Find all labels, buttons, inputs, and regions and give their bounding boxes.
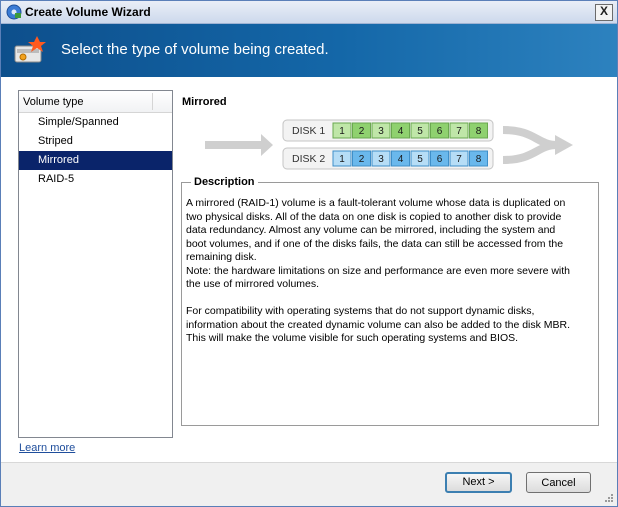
header-text: Select the type of volume being created. — [61, 41, 329, 58]
disk2-label: DISK 2 — [292, 153, 325, 165]
disk1-block-label: 2 — [359, 126, 365, 137]
app-disk-icon — [6, 4, 22, 20]
disk2-block-label: 1 — [339, 154, 345, 165]
disk1-block-label: 5 — [417, 126, 423, 137]
column-header-label: Volume type — [23, 96, 84, 108]
input-arrow-icon — [205, 134, 273, 156]
window-title: Create Volume Wizard — [25, 5, 151, 19]
close-button[interactable]: X — [595, 4, 613, 21]
resize-grip-icon[interactable] — [603, 492, 614, 503]
footer-divider — [1, 462, 617, 463]
disk1-row: DISK 1 1 2 3 4 5 6 7 8 — [282, 119, 494, 142]
list-item-simple-spanned[interactable]: Simple/Spanned — [19, 113, 172, 132]
output-arrow-head-icon — [555, 135, 573, 155]
disk1-block-label: 1 — [339, 126, 345, 137]
disk1-block-label: 8 — [476, 126, 482, 137]
disk2-block-label: 5 — [417, 154, 423, 165]
disk2-block-label: 3 — [378, 154, 384, 165]
disk1-block-label: 6 — [437, 126, 443, 137]
option-title: Mirrored — [182, 96, 227, 108]
description-text: A mirrored (RAID-1) volume is a fault-to… — [186, 197, 571, 344]
next-button[interactable]: Next > — [445, 472, 512, 493]
cancel-button[interactable]: Cancel — [526, 472, 591, 493]
wizard-volume-icon — [14, 36, 46, 63]
wizard-window: Create Volume Wizard X Select the type o… — [0, 0, 618, 507]
disk2-block-label: 6 — [437, 154, 443, 165]
disk2-block-label: 7 — [456, 154, 462, 165]
list-item-striped[interactable]: Striped — [19, 132, 172, 151]
wizard-header: Select the type of volume being created. — [1, 24, 617, 77]
disk1-block-label: 3 — [378, 126, 384, 137]
disk2-row: DISK 2 1 2 3 4 5 6 7 8 — [282, 147, 494, 170]
mirror-diagram: DISK 1 1 2 3 4 5 6 7 8 DISK 2 1 2 3 4 5 6 7 8 — [205, 119, 573, 170]
title-bar: Create Volume Wizard X — [1, 1, 617, 24]
volume-type-list: Volume type Simple/Spanned Striped Mirro… — [18, 90, 173, 438]
disk2-block-label: 4 — [398, 154, 404, 165]
list-item-raid5[interactable]: RAID-5 — [19, 170, 172, 189]
output-arrow-icon — [502, 126, 558, 164]
description-legend: Description — [191, 176, 258, 188]
disk1-block-label: 4 — [398, 126, 404, 137]
list-item-mirrored[interactable]: Mirrored — [19, 151, 172, 170]
disk1-label: DISK 1 — [292, 125, 325, 137]
description-group: Description A mirrored (RAID-1) volume i… — [181, 176, 599, 426]
column-separator[interactable] — [152, 93, 153, 110]
disk2-block-label: 8 — [476, 154, 482, 165]
content-area: Volume type Simple/Spanned Striped Mirro… — [1, 77, 617, 462]
disk1-block-label: 7 — [456, 126, 462, 137]
list-column-header[interactable]: Volume type — [19, 91, 172, 113]
disk2-block-label: 2 — [359, 154, 365, 165]
learn-more-link[interactable]: Learn more — [19, 442, 75, 454]
